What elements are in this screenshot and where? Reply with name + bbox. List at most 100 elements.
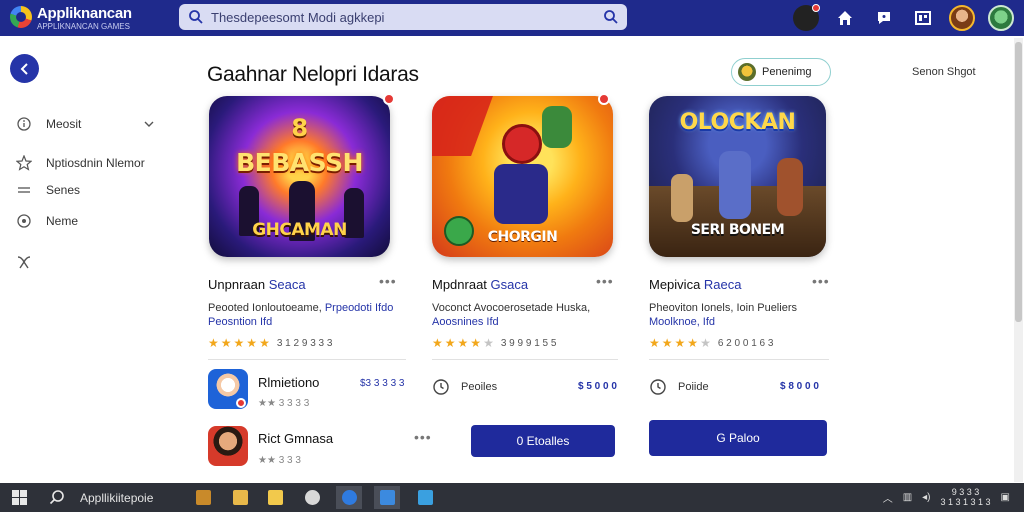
sidebar-item-4[interactable]: Neme — [16, 213, 78, 229]
chevron-down-icon[interactable] — [143, 118, 155, 130]
taskbar-folder-icon[interactable] — [262, 486, 288, 509]
divider — [649, 359, 829, 360]
sidebar-item-5[interactable] — [16, 254, 32, 270]
star-icon: ★ — [432, 336, 443, 350]
taskbar-clock[interactable]: 9 3 3 3 3 1 3 1 3 1 3 — [941, 487, 991, 507]
cta-button-1[interactable]: 0 Etoalles — [471, 425, 615, 457]
taskbar: Appllikiitepoie ︿ ▥ ◂) 9 3 3 3 3 1 3 1 3… — [0, 483, 1024, 512]
card-desc-text: Peooted Ionloutoeame, — [208, 302, 322, 314]
back-button[interactable] — [10, 54, 39, 83]
mini-app-name[interactable]: Rict Gmnasa — [258, 431, 333, 446]
home-icon[interactable] — [832, 5, 858, 31]
character-side — [542, 106, 572, 148]
windows-start-icon[interactable] — [12, 490, 27, 505]
game-card-image[interactable]: 8 BEBASSH GHCAMAN — [209, 96, 390, 257]
star-icon: ★ — [208, 336, 219, 350]
volume-icon[interactable]: ◂) — [922, 492, 930, 503]
wrench-icon — [17, 256, 31, 269]
star-icon: ★ — [246, 336, 258, 350]
logo-icon — [10, 6, 32, 28]
page-title: Gaahnar Nelopri Idaras — [207, 63, 419, 86]
mini-app-icon[interactable] — [208, 426, 248, 466]
star-icon: ★ — [457, 336, 469, 350]
filter-avatar-icon — [738, 63, 756, 81]
sidebar-item-label: Senes — [46, 183, 81, 197]
taskbar-app-icon[interactable] — [190, 486, 216, 509]
top-bar: Appliknancan APPLIKNANCAN GAMES — [0, 0, 1024, 36]
character-helmet — [502, 124, 542, 164]
sidebar-item-label: Nptiosdnin Nlemor — [46, 156, 145, 170]
more-options-icon[interactable]: ••• — [812, 273, 830, 289]
more-options-icon[interactable]: ••• — [596, 273, 614, 289]
card-category: Seaca — [268, 277, 306, 292]
taskbar-folder-icon[interactable] — [227, 486, 253, 509]
card-name: Unpnraan — [208, 277, 266, 292]
character-silhouette — [671, 174, 693, 222]
card-desc-text: Pheoviton Ionels, Ioin Pueliers — [649, 302, 797, 314]
art-title-text: OLOCKAN — [679, 110, 796, 135]
card-desc-text: Voconct Avocoerosetade Huska, — [432, 302, 591, 314]
search-input[interactable] — [211, 7, 591, 27]
profile-avatar-icon[interactable] — [793, 4, 820, 31]
notification-center-icon[interactable]: ▣ — [1001, 492, 1010, 503]
card-title: Unpnraan Seaca — [208, 277, 306, 292]
price-row[interactable]: Poiide — [649, 378, 709, 396]
star-icon: ★ — [649, 336, 660, 350]
sidebar-item-1[interactable]: Meosit — [16, 116, 81, 132]
more-options-icon[interactable]: ••• — [414, 429, 432, 445]
mini-app-price: $3 3 3 3 3 — [360, 378, 405, 389]
rating-count: 6 2 0 0 1 6 3 — [717, 337, 774, 349]
taskbar-app-icon[interactable] — [412, 486, 438, 509]
taskbar-active-app-icon[interactable] — [374, 486, 400, 509]
price-row-label: Peoiles — [461, 381, 498, 393]
price-row[interactable]: Peoiles — [432, 378, 497, 396]
sort-link[interactable]: Senon Shgot — [912, 66, 976, 78]
clock-date: 3 1 3 1 3 1 3 — [940, 497, 991, 507]
mini-app-name[interactable]: Rlmietiono — [258, 375, 319, 390]
network-icon[interactable]: ▥ — [903, 492, 912, 503]
search-bar — [179, 4, 627, 30]
cta-button-2[interactable]: G Paloo — [649, 420, 827, 456]
card-desc-line2: Moolknoe, Ifd — [649, 316, 716, 328]
mini-app-rating: ★★ 3 3 3 — [258, 455, 301, 466]
app-logo[interactable]: Appliknancan APPLIKNANCAN GAMES — [10, 4, 170, 32]
account-avatar-icon[interactable] — [988, 5, 1014, 31]
more-options-icon[interactable]: ••• — [379, 273, 397, 289]
clock-icon — [433, 379, 449, 395]
card-desc-link[interactable]: Prpeodoti Ifdo — [325, 302, 394, 314]
card-description: Pheoviton Ionels, Ioin Pueliers Moolknoe… — [649, 301, 829, 329]
notification-badge — [383, 93, 395, 105]
card-category: Raeca — [703, 277, 742, 292]
art-title-text: CHORGIN — [487, 229, 558, 245]
game-card-image[interactable]: OLOCKAN SERI BONEM — [649, 96, 826, 257]
price-row-label: Poiide — [678, 381, 709, 393]
chevron-up-icon[interactable]: ︿ — [883, 490, 893, 505]
settings-icon — [17, 214, 31, 228]
price-value: $ 8 0 0 0 — [780, 381, 819, 392]
library-icon[interactable] — [910, 5, 936, 31]
taskbar-browser-icon[interactable] — [299, 486, 325, 509]
star-icon: ★ — [687, 336, 699, 350]
search-submit-icon[interactable] — [603, 9, 619, 25]
sidebar-item-3[interactable]: Senes — [16, 182, 80, 198]
star-icon: ★ — [444, 336, 456, 350]
search-icon[interactable] — [188, 9, 204, 25]
star-icon: ★ — [661, 336, 673, 350]
user-avatar-icon[interactable] — [949, 5, 975, 31]
scrollbar-thumb[interactable] — [1015, 42, 1022, 322]
taskbar-search-icon[interactable] — [49, 489, 65, 505]
star-icon: ★ — [233, 336, 245, 350]
chat-icon[interactable] — [871, 5, 897, 31]
rating-count: 3 9 9 9 1 5 5 — [500, 337, 557, 349]
art-top-text: 8 — [291, 114, 308, 142]
taskbar-search-text[interactable]: Appllikiitepoie — [80, 491, 153, 505]
scrollbar[interactable] — [1014, 38, 1023, 482]
app-tagline: APPLIKNANCAN GAMES — [37, 22, 130, 31]
taskbar-active-app-icon[interactable] — [336, 486, 362, 509]
sidebar-item-2[interactable]: Nptiosdnin Nlemor — [16, 155, 145, 171]
character-silhouette — [719, 151, 751, 219]
game-card-image[interactable]: CHORGIN — [432, 96, 613, 257]
filter-button[interactable]: Penenimg — [731, 58, 831, 86]
card-rating: ★ ★ ★ ★ ★ 3 9 9 9 1 5 5 — [432, 336, 556, 350]
star-empty-icon: ★ — [700, 336, 711, 350]
